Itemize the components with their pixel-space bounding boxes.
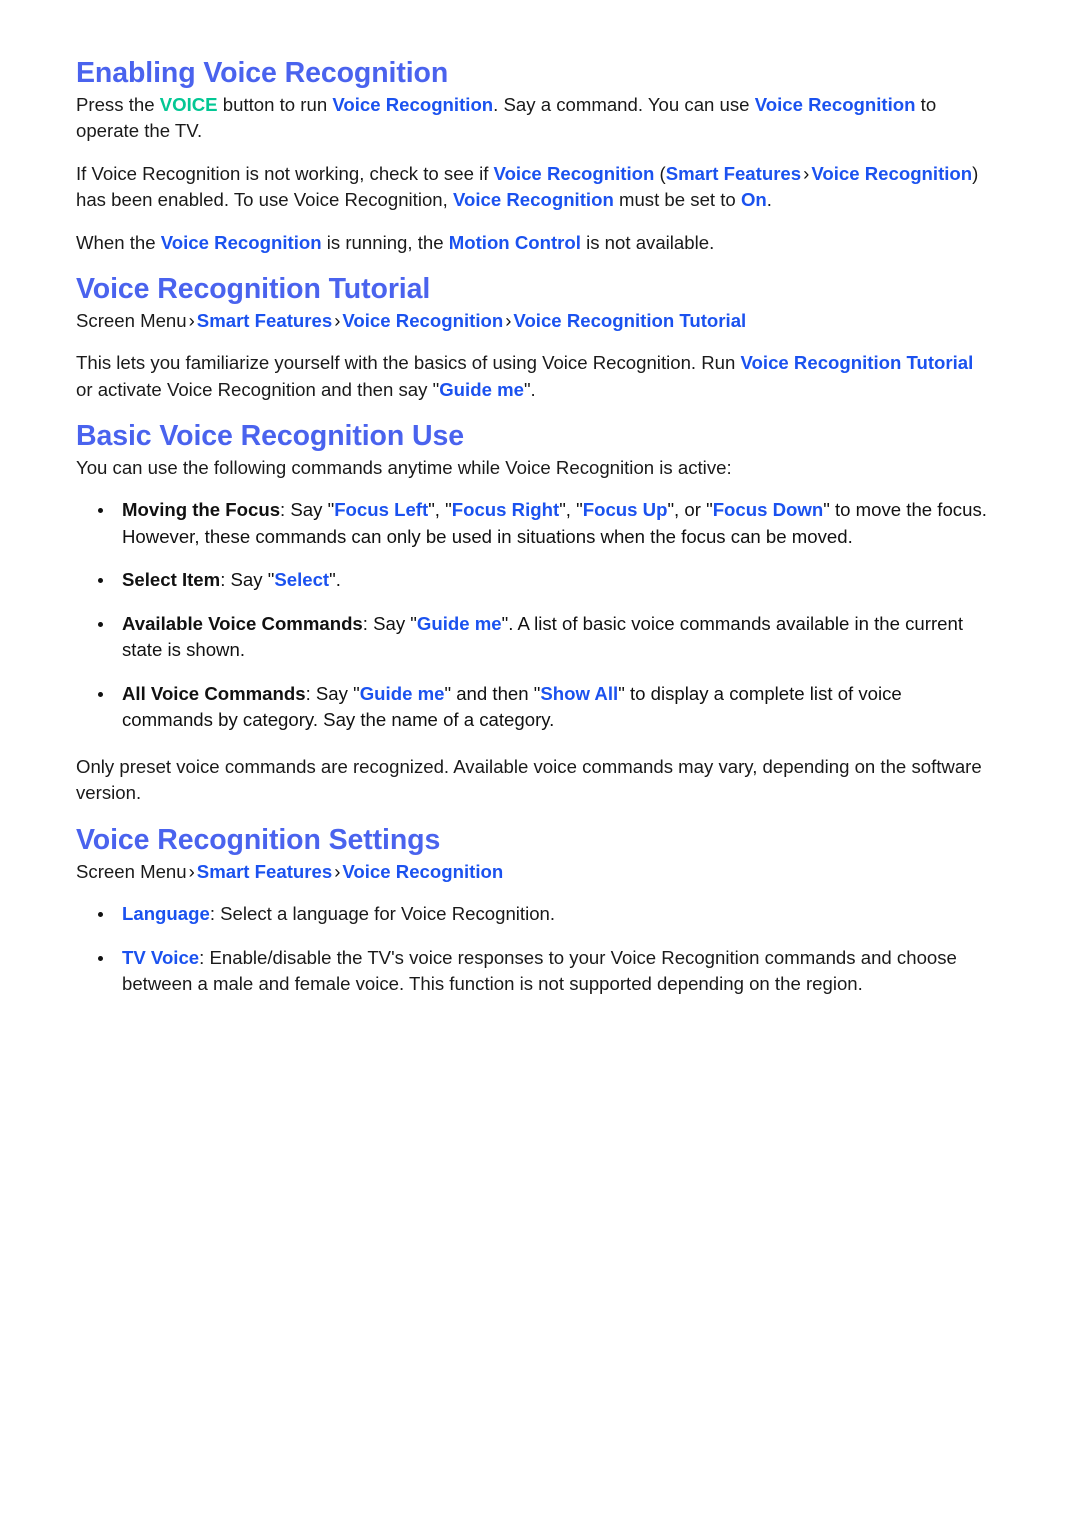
paragraph-tutorial-description: This lets you familiarize yourself with …	[76, 350, 990, 403]
link-voice-recognition-tutorial[interactable]: Voice Recognition Tutorial	[741, 352, 974, 373]
text-fragment: This lets you familiarize yourself with …	[76, 352, 741, 374]
link-voice-recognition[interactable]: Voice Recognition	[755, 94, 916, 115]
breadcrumb-item-voice-recognition[interactable]: Voice Recognition	[342, 310, 503, 331]
link-smart-features[interactable]: Smart Features	[666, 163, 801, 184]
text-fragment: : Enable/disable the TV's voice response…	[122, 946, 957, 995]
heading-basic-voice-recognition-use: Basic Voice Recognition Use	[76, 420, 464, 453]
text-fragment: . Say a command. You can use	[493, 93, 755, 115]
paragraph-preset-commands-note: Only preset voice commands are recognize…	[76, 755, 982, 804]
text-fragment: .	[766, 189, 772, 211]
list-item: Moving the Focus: Say "Focus Left", "Foc…	[76, 497, 990, 550]
text-fragment: : Say "	[220, 569, 275, 591]
command-focus-down[interactable]: Focus Down	[713, 499, 824, 520]
text-fragment: is not available.	[580, 231, 715, 253]
bullet-dot-icon	[98, 691, 103, 697]
breadcrumb-item-smart-features[interactable]: Smart Features	[197, 310, 332, 331]
text-fragment: ".	[523, 378, 536, 400]
text-fragment: : Select a language for Voice Recognitio…	[209, 903, 556, 924]
setting-language[interactable]: Language	[122, 903, 210, 924]
document-page: Enabling Voice Recognition Press the VOI…	[0, 0, 1080, 1527]
text-fragment: : Say "	[305, 682, 360, 704]
paragraph-troubleshoot-voice-recognition: If Voice Recognition is not working, che…	[76, 161, 990, 214]
text-fragment: ", "	[428, 499, 452, 521]
heading-enabling-voice-recognition: Enabling Voice Recognition	[76, 57, 449, 89]
text-fragment: or activate Voice Recognition and then s…	[76, 378, 440, 400]
chevron-right-icon: ›	[334, 309, 341, 331]
paragraph-press-voice-button: Press the VOICE button to run Voice Reco…	[76, 92, 990, 145]
command-focus-up[interactable]: Focus Up	[583, 499, 668, 520]
text-fragment: ".	[329, 569, 341, 591]
breadcrumb-item-voice-recognition[interactable]: Voice Recognition	[342, 861, 503, 882]
chevron-right-icon: ›	[188, 860, 195, 882]
text-fragment: button to run	[217, 93, 333, 115]
text-fragment: is running, the	[321, 231, 449, 253]
text-fragment: When the	[76, 231, 161, 253]
heading-voice-recognition-settings: Voice Recognition Settings	[76, 823, 441, 856]
text-fragment: ", "	[559, 499, 583, 521]
bullet-dot-icon	[98, 955, 103, 961]
text-fragment: must be set to	[613, 189, 741, 211]
breadcrumb-root: Screen Menu	[76, 860, 187, 882]
chevron-right-icon: ›	[803, 162, 810, 184]
link-motion-control[interactable]: Motion Control	[449, 232, 581, 253]
text-fragment: If Voice Recognition is not working, che…	[76, 162, 494, 184]
command-show-all[interactable]: Show All	[540, 683, 618, 704]
list-item-label: Available Voice Commands	[122, 612, 363, 634]
paragraph-basic-intro: You can use the following commands anyti…	[76, 456, 732, 478]
bullet-dot-icon	[98, 578, 103, 584]
list-item-label: Moving the Focus	[122, 499, 281, 521]
text-fragment: : Say "	[362, 612, 417, 634]
list-item: Available Voice Commands: Say "Guide me"…	[76, 611, 990, 664]
command-focus-left[interactable]: Focus Left	[334, 499, 428, 520]
list-basic-voice-commands: Moving the Focus: Say "Focus Left", "Foc…	[76, 497, 990, 734]
link-on-value[interactable]: On	[741, 189, 767, 210]
breadcrumb-tutorial-path: Screen Menu › Smart Features › Voice Recogni…	[76, 308, 990, 335]
chevron-right-icon: ›	[505, 309, 512, 331]
bullet-dot-icon	[98, 621, 103, 627]
list-item: TV Voice: Enable/disable the TV's voice …	[76, 945, 990, 998]
breadcrumb-item-smart-features[interactable]: Smart Features	[197, 861, 332, 882]
list-voice-recognition-settings: Language: Select a language for Voice Re…	[76, 901, 990, 998]
list-item: Language: Select a language for Voice Re…	[76, 901, 990, 928]
text-fragment: " and then "	[444, 682, 541, 704]
text-fragment: : Say "	[280, 499, 335, 521]
link-voice-recognition[interactable]: Voice Recognition	[453, 189, 614, 210]
command-focus-right[interactable]: Focus Right	[452, 499, 559, 520]
breadcrumb-item-voice-recognition-tutorial[interactable]: Voice Recognition Tutorial	[513, 310, 746, 331]
text-fragment: Press the	[76, 93, 160, 115]
list-item: All Voice Commands: Say "Guide me" and t…	[76, 681, 990, 734]
breadcrumb-root: Screen Menu	[76, 309, 187, 331]
link-voice-key[interactable]: VOICE	[160, 94, 218, 115]
command-guide-me[interactable]: Guide me	[360, 683, 445, 704]
list-item: Select Item: Say "Select".	[76, 567, 990, 594]
heading-voice-recognition-tutorial: Voice Recognition Tutorial	[76, 273, 431, 306]
bullet-dot-icon	[98, 912, 103, 917]
link-voice-recognition[interactable]: Voice Recognition	[811, 163, 972, 184]
link-voice-recognition[interactable]: Voice Recognition	[161, 232, 322, 253]
command-select[interactable]: Select	[274, 569, 329, 590]
paragraph-motion-control-unavailable: When the Voice Recognition is running, t…	[76, 230, 990, 257]
text-fragment: ", or "	[667, 499, 713, 521]
link-voice-recognition[interactable]: Voice Recognition	[332, 94, 493, 115]
link-voice-recognition[interactable]: Voice Recognition	[494, 163, 655, 184]
command-guide-me[interactable]: Guide me	[417, 613, 502, 634]
link-guide-me-command[interactable]: Guide me	[439, 379, 524, 400]
list-item-label: All Voice Commands	[122, 682, 306, 704]
text-fragment: (	[654, 162, 666, 184]
breadcrumb-settings-path: Screen Menu › Smart Features › Voice Recogni…	[76, 859, 990, 886]
setting-tv-voice[interactable]: TV Voice	[122, 947, 199, 968]
chevron-right-icon: ›	[334, 860, 341, 882]
chevron-right-icon: ›	[188, 309, 195, 331]
bullet-dot-icon	[98, 508, 103, 514]
list-item-label: Select Item	[122, 569, 221, 591]
